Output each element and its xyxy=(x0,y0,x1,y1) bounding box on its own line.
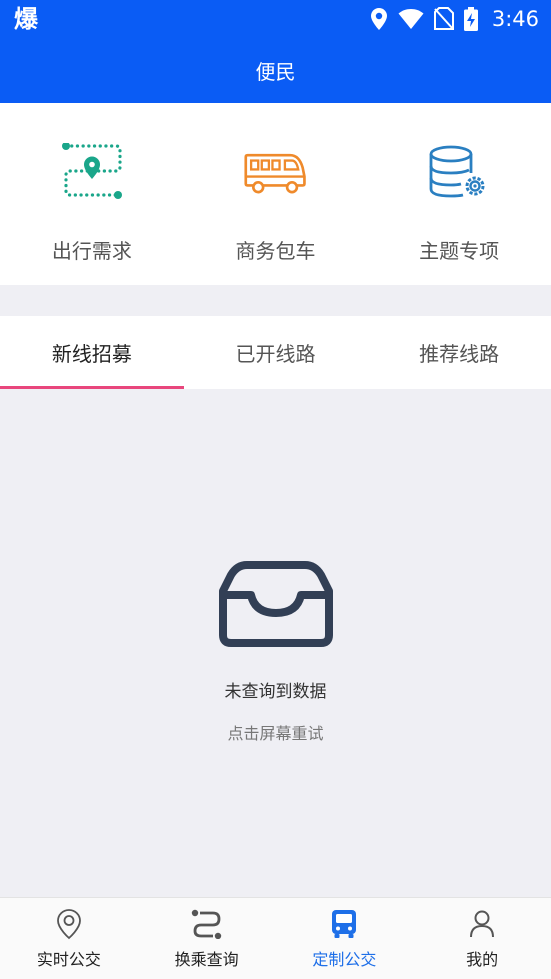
inbox-icon xyxy=(218,561,333,651)
tab-new-line-recruitment[interactable]: 新线招募 xyxy=(0,316,184,389)
page-header: 便民 xyxy=(0,38,551,103)
nav-realtime-bus[interactable]: 实时公交 xyxy=(0,898,138,979)
nav-mine[interactable]: 我的 xyxy=(413,898,551,979)
empty-state-title: 未查询到数据 xyxy=(224,682,327,702)
location-pin-icon xyxy=(56,908,82,940)
bus-icon xyxy=(243,141,308,205)
location-icon xyxy=(370,8,387,30)
nav-label: 实时公交 xyxy=(36,950,101,969)
status-icons: 3:46 xyxy=(370,0,539,38)
user-icon xyxy=(469,908,495,940)
status-bar: 爆 3:46 xyxy=(0,0,551,38)
empty-state-retry[interactable]: 未查询到数据 点击屏幕重试 xyxy=(0,389,551,897)
nav-label: 换乘查询 xyxy=(174,950,239,969)
nav-transfer-query[interactable]: 换乘查询 xyxy=(138,898,276,979)
app-notification-icon: 爆 xyxy=(14,5,38,33)
route-tabs: 新线招募 已开线路 推荐线路 xyxy=(0,316,551,389)
tab-label: 已开线路 xyxy=(235,342,316,366)
nav-label: 定制公交 xyxy=(312,950,377,969)
service-travel-demand[interactable]: 出行需求 xyxy=(0,103,184,285)
service-label: 出行需求 xyxy=(51,239,132,263)
tab-label: 新线招募 xyxy=(51,342,132,366)
wifi-icon xyxy=(398,9,424,29)
battery-charging-icon xyxy=(463,7,478,31)
bus-front-icon xyxy=(331,908,357,940)
nav-custom-bus[interactable]: 定制公交 xyxy=(276,898,414,979)
bottom-nav: 实时公交 换乘查询 定制公交 我的 xyxy=(0,897,551,979)
service-label: 商务包车 xyxy=(235,239,316,263)
tab-opened-routes[interactable]: 已开线路 xyxy=(184,316,368,389)
clock: 3:46 xyxy=(491,7,539,31)
no-sim-icon xyxy=(433,7,454,30)
tab-label: 推荐线路 xyxy=(419,342,500,366)
database-settings-icon xyxy=(427,141,491,205)
page-title: 便民 xyxy=(255,60,296,84)
service-themed-topics[interactable]: 主题专项 xyxy=(367,103,551,285)
service-label: 主题专项 xyxy=(419,239,500,263)
route-map-icon xyxy=(60,141,124,205)
service-business-charter[interactable]: 商务包车 xyxy=(184,103,368,285)
tab-recommended-routes[interactable]: 推荐线路 xyxy=(367,316,551,389)
empty-state-hint: 点击屏幕重试 xyxy=(227,724,324,743)
nav-label: 我的 xyxy=(466,950,499,969)
service-grid: 出行需求 商务包车 主题专项 xyxy=(0,103,551,285)
transfer-route-icon xyxy=(191,908,223,940)
